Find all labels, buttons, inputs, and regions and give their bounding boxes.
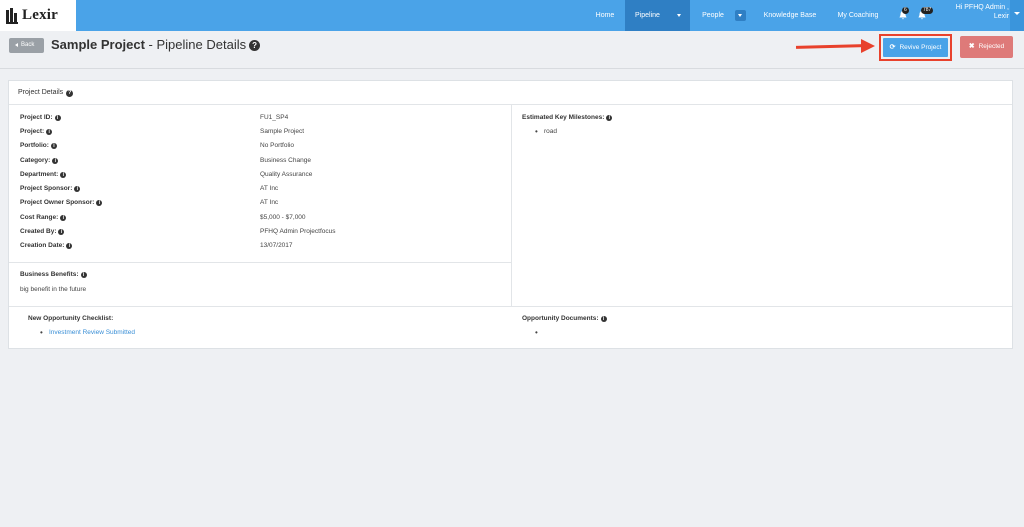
field-value: Sample Project xyxy=(260,128,305,135)
field-label: Project Owner Sponsor: xyxy=(20,199,95,206)
info-icon[interactable]: i xyxy=(58,229,65,235)
info-icon[interactable]: i xyxy=(606,115,613,121)
back-button[interactable]: Back xyxy=(9,38,44,53)
help-icon[interactable]: ? xyxy=(66,90,74,97)
project-details-card: Project Details? Project ID: i FU1_SP4 Pr… xyxy=(8,80,1013,349)
nav-pipeline-label: Pipeline xyxy=(635,12,660,19)
rejected-button[interactable]: ✖ Rejected xyxy=(960,36,1013,58)
user-greeting: Hi PFHQ Admin , xyxy=(955,4,1009,11)
card-header: Project Details? xyxy=(9,81,1012,105)
revive-project-label: Revive Project xyxy=(899,44,942,51)
field-row-category: Category: i Business Change xyxy=(20,157,500,167)
people-dropdown-caret[interactable] xyxy=(735,10,746,21)
help-icon[interactable]: ? xyxy=(249,40,261,51)
field-row-department: Department: i Quality Assurance xyxy=(20,171,500,181)
field-value: 13/07/2017 xyxy=(260,242,293,249)
revive-project-button[interactable]: ⟳ Revive Project xyxy=(883,38,948,57)
field-label: Project Sponsor: xyxy=(20,185,73,192)
info-icon[interactable]: i xyxy=(80,272,87,278)
logo-icon xyxy=(6,7,20,24)
notification-count-badge: 6 xyxy=(902,7,909,14)
field-value: FU1_SP4 xyxy=(260,114,289,121)
top-navbar: Lexir Home Pipeline People Knowledge Bas… xyxy=(0,0,1024,31)
field-row-project-id: Project ID: i FU1_SP4 xyxy=(20,114,500,124)
field-value: AT Inc xyxy=(260,199,279,206)
milestones-label: Estimated Key Milestones: i xyxy=(522,114,613,121)
checklist-item-link[interactable]: Investment Review Submitted xyxy=(40,328,135,337)
column-divider xyxy=(511,105,512,306)
field-value: Quality Assurance xyxy=(260,171,313,178)
close-icon: ✖ xyxy=(968,43,975,50)
alerts-bell-icon[interactable]: 787 xyxy=(917,7,934,20)
info-icon[interactable]: i xyxy=(50,143,57,149)
field-label: Cost Range: xyxy=(20,214,59,221)
field-value: PFHQ Admin Projectfocus xyxy=(260,228,336,235)
page-title: Sample Project - Pipeline Details? xyxy=(51,37,261,52)
checklist-label: New Opportunity Checklist: xyxy=(28,315,114,322)
field-row-cost-range: Cost Range: i $5,000 - $7,000 xyxy=(20,214,500,224)
info-icon[interactable]: i xyxy=(54,115,61,121)
section-divider xyxy=(9,306,1012,307)
field-value: $5,000 - $7,000 xyxy=(260,214,306,221)
info-icon[interactable]: i xyxy=(60,215,67,221)
nav-my-coaching[interactable]: My Coaching xyxy=(832,0,884,31)
documents-label: Opportunity Documents: i xyxy=(522,315,607,322)
field-row-portfolio: Portfolio: i No Portfolio xyxy=(20,142,500,152)
field-row-owner-sponsor: Project Owner Sponsor: i AT Inc xyxy=(20,199,500,209)
card-title: Project Details xyxy=(18,89,64,96)
section-divider xyxy=(9,262,511,263)
pipeline-dropdown-caret[interactable] xyxy=(674,10,685,21)
business-benefits-value: big benefit in the future xyxy=(20,286,87,293)
field-row-created-by: Created By: i PFHQ Admin Projectfocus xyxy=(20,228,500,238)
refresh-icon: ⟳ xyxy=(889,44,896,51)
field-label: Project: xyxy=(20,128,45,135)
milestone-item: road xyxy=(535,127,557,136)
field-label: Department: xyxy=(20,171,59,178)
nav-knowledge-base[interactable]: Knowledge Base xyxy=(757,0,823,31)
field-row-creation-date: Creation Date: i 13/07/2017 xyxy=(20,242,500,252)
info-icon[interactable]: i xyxy=(74,186,81,192)
page-title-suffix: - Pipeline Details xyxy=(144,37,247,52)
field-row-project-sponsor: Project Sponsor: i AT Inc xyxy=(20,185,500,195)
field-value: Business Change xyxy=(260,157,311,164)
field-label: Created By: xyxy=(20,228,57,235)
field-value: No Portfolio xyxy=(260,142,294,149)
field-label: Project ID: xyxy=(20,114,53,121)
annotation-arrow-icon xyxy=(861,39,875,53)
revive-highlight-box: ⟳ Revive Project xyxy=(879,34,952,61)
user-company: Lexir xyxy=(993,13,1009,20)
header-divider xyxy=(0,68,1024,69)
user-menu[interactable]: Hi PFHQ Admin , Lexir xyxy=(945,3,1009,21)
field-label: Portfolio: xyxy=(20,142,49,149)
alerts-count-badge: 787 xyxy=(921,7,934,14)
field-label: Category: xyxy=(20,157,51,164)
annotation-arrow-shaft xyxy=(795,44,865,49)
info-icon[interactable]: i xyxy=(52,158,59,164)
nav-people[interactable]: People xyxy=(696,0,730,31)
nav-home[interactable]: Home xyxy=(586,0,624,31)
brand-name: Lexir xyxy=(22,7,58,23)
field-row-project: Project: i Sample Project xyxy=(20,128,500,138)
info-icon[interactable]: i xyxy=(60,172,67,178)
info-icon[interactable]: i xyxy=(600,316,607,322)
business-benefits-label: Business Benefits: i xyxy=(20,271,87,278)
page-title-project: Sample Project xyxy=(51,37,145,52)
notifications-bell-icon[interactable]: 6 xyxy=(898,7,909,20)
info-icon[interactable]: i xyxy=(96,200,103,206)
field-value: AT Inc xyxy=(260,185,279,192)
info-icon[interactable]: i xyxy=(66,243,73,249)
brand-logo[interactable]: Lexir xyxy=(0,0,76,31)
user-menu-caret[interactable] xyxy=(1010,0,1024,31)
rejected-label: Rejected xyxy=(978,43,1005,50)
field-label: Creation Date: xyxy=(20,242,65,249)
info-icon[interactable]: i xyxy=(46,129,53,135)
